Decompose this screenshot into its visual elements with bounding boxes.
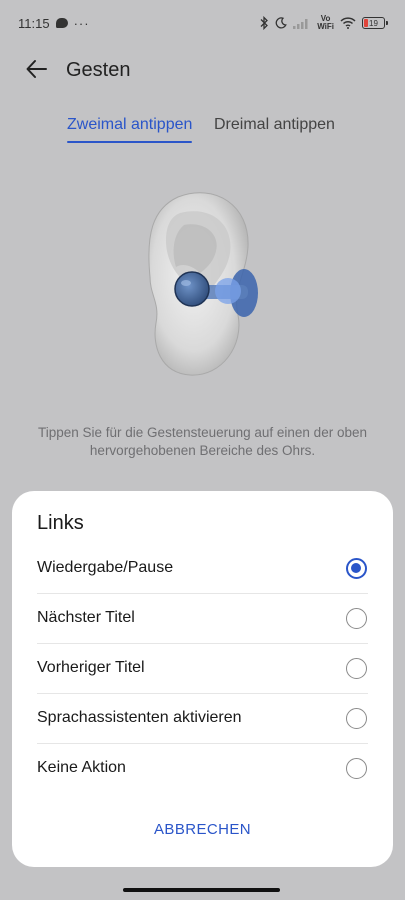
option-voice-assistant[interactable]: Sprachassistenten aktivieren	[37, 693, 368, 743]
option-play-pause[interactable]: Wiedergabe/Pause	[37, 543, 368, 593]
ear-earbud-illustration	[148, 192, 258, 376]
status-time: 11:15	[18, 15, 50, 31]
option-previous-track[interactable]: Vorheriger Titel	[37, 643, 368, 693]
moon-icon	[275, 17, 288, 29]
option-label: Keine Aktion	[37, 759, 126, 776]
tab-double-tap[interactable]: Zweimal antippen	[67, 116, 193, 143]
more-notifications-icon: ···	[73, 15, 90, 31]
option-label: Wiedergabe/Pause	[37, 559, 174, 576]
sheet-title: Links	[37, 512, 84, 534]
battery-level: 19	[369, 18, 378, 28]
action-options-list: Wiedergabe/Pause Nächster Titel Vorherig…	[37, 543, 368, 793]
bluetooth-icon	[260, 16, 269, 30]
radio-button[interactable]	[346, 757, 367, 779]
radio-button[interactable]	[346, 607, 367, 629]
page-title: Gesten	[66, 59, 131, 81]
chat-bubble-icon	[55, 18, 68, 28]
tab-triple-tap-label: Dreimal antippen	[214, 116, 335, 133]
option-next-track[interactable]: Nächster Titel	[37, 593, 368, 643]
tab-triple-tap[interactable]: Dreimal antippen	[214, 116, 335, 134]
signal-icon	[293, 19, 308, 29]
wifi-icon	[340, 17, 356, 29]
radio-button[interactable]	[346, 657, 367, 679]
action-bottom-sheet: Links Wiedergabe/Pause Nächster Titel Vo…	[12, 491, 393, 867]
status-bar-right: Vo WiFi 19	[259, 15, 388, 31]
option-label: Nächster Titel	[37, 609, 135, 626]
arrow-left-icon[interactable]	[24, 56, 50, 82]
active-tab-indicator	[67, 141, 193, 143]
home-indicator[interactable]	[123, 888, 280, 892]
app-header: Gesten	[0, 52, 405, 86]
cancel-button[interactable]: ABBRECHEN	[12, 821, 393, 838]
option-no-action[interactable]: Keine Aktion	[37, 743, 368, 793]
status-bar-left: 11:15 ···	[18, 16, 90, 31]
gesture-tabs: Zweimal antippen Dreimal antippen	[0, 116, 405, 148]
radio-button[interactable]	[346, 707, 367, 729]
tab-double-tap-label: Zweimal antippen	[67, 116, 193, 133]
battery-icon: 19	[362, 17, 388, 29]
vowifi-bottom-label: WiFi	[317, 22, 334, 31]
vowifi-indicator: Vo WiFi	[317, 15, 334, 31]
option-label: Vorheriger Titel	[37, 659, 145, 676]
status-bar: 11:15 ··· Vo WiFi 19	[0, 0, 405, 46]
radio-button-selected[interactable]	[346, 557, 367, 579]
option-label: Sprachassistenten aktivieren	[37, 709, 242, 726]
gesture-hint-text: Tippen Sie für die Gestensteuerung auf e…	[38, 425, 367, 458]
